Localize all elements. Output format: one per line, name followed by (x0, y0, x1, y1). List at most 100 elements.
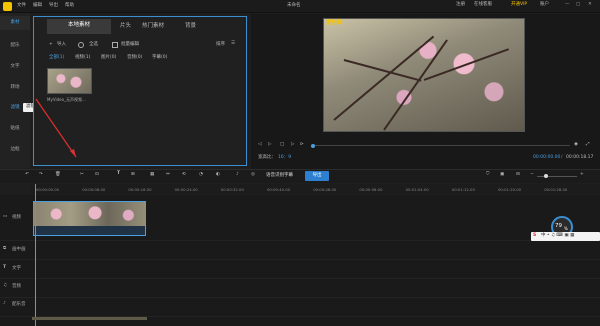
crop-icon[interactable]: ⊡ (95, 172, 99, 178)
rail-item-text[interactable]: 文字 (0, 64, 30, 70)
timeline-toolbar (0, 169, 600, 183)
volume-icon[interactable]: ◉ (574, 142, 578, 148)
time-total: 00:00:18.17 (566, 155, 594, 160)
track-row (0, 298, 600, 317)
rail-item-border[interactable]: 边框 (0, 147, 30, 153)
register-link[interactable]: 注册 (456, 2, 465, 8)
track-row (0, 241, 600, 260)
app-logo-icon (3, 2, 12, 11)
account-link[interactable]: 账户 (540, 2, 549, 8)
maximize-icon[interactable]: □ (576, 2, 580, 8)
list-icon[interactable]: ☰ (231, 41, 235, 47)
audio-track-icon: ♫ (3, 283, 8, 288)
import-button[interactable]: 导入 (57, 42, 66, 48)
text-tool-icon[interactable]: T (117, 171, 120, 177)
menu-file[interactable]: 文件 (17, 3, 26, 9)
audio-tool-icon[interactable]: ♪ (236, 172, 239, 178)
ruler-tick-label: 00:00:00.00 (36, 187, 60, 192)
mirror-icon[interactable]: ⇔ (166, 172, 170, 178)
play-icon[interactable]: ▷ (268, 142, 271, 148)
redo-icon[interactable]: ↷ (39, 172, 43, 178)
ime-logo-icon: S (533, 233, 537, 238)
batch-edit-icon[interactable] (112, 42, 118, 48)
snapshot-icon[interactable]: ▣ (500, 172, 504, 178)
time-separator: / (561, 155, 563, 160)
select-all-label: 全选 (89, 42, 98, 47)
ruler-tick-label: 00:01:12.00 (451, 187, 475, 192)
menu-help[interactable]: 帮助 (65, 3, 74, 9)
ruler-tick-label: 00:00:16.00 (128, 187, 152, 192)
mosaic-icon[interactable]: ▦ (150, 172, 154, 178)
end-icon[interactable]: ⊳ (300, 142, 304, 148)
record-icon[interactable]: ◎ (251, 172, 255, 178)
tab-hot-material[interactable]: 热门素材 (142, 23, 164, 30)
zoom-in-icon[interactable]: + (580, 172, 584, 178)
ime-icons[interactable]: 中 • ♫ ⌨ ▣ ▦ (541, 233, 574, 239)
batch-edit-button[interactable]: 批量编辑 (121, 42, 139, 48)
aspect-label: 宽高比： (258, 155, 276, 160)
fit-icon[interactable]: ⊟ (516, 172, 520, 178)
rail-item-transition[interactable]: 转场 (0, 85, 30, 91)
video-preview[interactable] (323, 18, 525, 132)
text-track-icon: T (3, 265, 7, 270)
next-frame-icon[interactable]: ▷ (291, 142, 294, 148)
shield-icon[interactable]: ⛉ (486, 172, 489, 178)
tab-intro[interactable]: 片头 (120, 23, 131, 30)
bgm-track-icon: ♪ (3, 301, 6, 306)
rail-item-material[interactable]: 素材 (0, 20, 30, 26)
pip-track-icon: ⧉ (3, 246, 7, 251)
speed-icon[interactable]: ◔ (199, 172, 203, 178)
color-icon[interactable]: ◐ (216, 172, 220, 178)
window-title: 未命名 (287, 3, 301, 8)
tab-local-material[interactable]: 本地素材 (47, 19, 111, 34)
zoom-slider[interactable] (537, 176, 577, 177)
split-icon[interactable]: ✂ (80, 172, 84, 178)
prev-frame-icon[interactable]: ◁ (258, 142, 261, 148)
zoom-out-icon[interactable]: − (530, 172, 534, 178)
performance-value: 79 (555, 223, 562, 229)
select-all-radio[interactable] (78, 42, 84, 48)
export-button[interactable]: 导出 (305, 171, 329, 181)
rail-item-sticker[interactable]: 贴纸 (0, 126, 30, 132)
track-label-bgm: 配乐音 (12, 302, 26, 307)
minimize-icon[interactable]: — (565, 2, 570, 8)
menu-export[interactable]: 导出 (49, 3, 58, 9)
speech-subtitle-button[interactable]: 语音识别字幕 (266, 173, 293, 179)
delete-icon[interactable]: 🗑 (55, 172, 61, 178)
track-label-text: 文字 (12, 266, 21, 271)
ruler-tick-label: 00:01:04.00 (405, 187, 429, 192)
video-track-icon: ▭ (3, 214, 8, 219)
undo-icon[interactable]: ↶ (25, 172, 29, 178)
filter-video[interactable]: 视频(1) (75, 55, 90, 61)
tab-background[interactable]: 背景 (185, 23, 196, 30)
fullscreen-icon[interactable]: ⤢ (586, 142, 590, 148)
import-plus-icon[interactable]: + (49, 42, 53, 48)
zoom-slider-knob[interactable] (544, 174, 548, 178)
freeze-icon[interactable]: ⊞ (131, 172, 135, 178)
filter-all[interactable]: 全部(1) (49, 55, 64, 61)
aspect-value[interactable]: 16：9 (278, 155, 291, 161)
online-service-link[interactable]: 在线客服 (474, 2, 492, 8)
rail-item-music[interactable]: 配乐 (0, 43, 30, 49)
playhead[interactable] (35, 184, 36, 326)
close-icon[interactable]: ✕ (588, 2, 592, 8)
horizontal-scrollbar[interactable] (32, 317, 147, 320)
ruler-tick-label: 00:00:24.00 (174, 187, 198, 192)
ruler-tick-label: 00:00:48.00 (313, 187, 337, 192)
tool-rail (0, 13, 30, 168)
media-thumbnail[interactable] (47, 68, 92, 94)
vip-link[interactable]: 开通VIP (511, 2, 527, 8)
ruler-tick-label: 00:00:40.00 (267, 187, 291, 192)
progress-track[interactable] (315, 145, 570, 146)
performance-unit: % (564, 226, 568, 231)
ruler-tick-label: 00:01:28.00 (544, 187, 568, 192)
stop-icon[interactable]: □ (280, 142, 284, 148)
menu-edit[interactable]: 编辑 (33, 3, 42, 9)
sort-button[interactable]: 排序 (216, 42, 225, 48)
watermark-text: 爱剪辑 (326, 20, 343, 26)
ruler-tick-label: 00:00:08.00 (82, 187, 106, 192)
filter-audio[interactable]: 音频(0) (127, 55, 142, 61)
rotate-icon[interactable]: ⟲ (182, 172, 186, 178)
filter-subtitle[interactable]: 字幕(0) (152, 55, 167, 61)
filter-image[interactable]: 图片(0) (101, 55, 116, 61)
